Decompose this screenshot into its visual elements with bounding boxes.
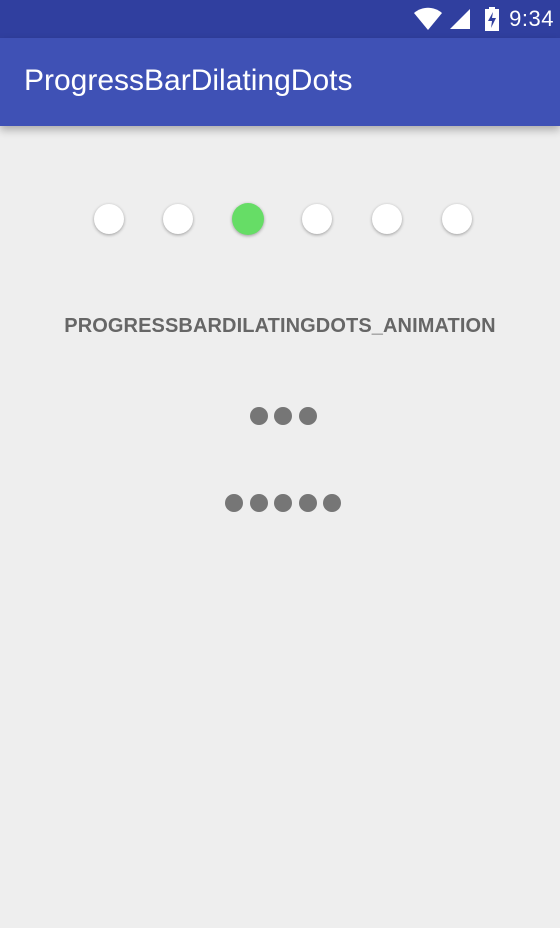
progress-dot xyxy=(442,204,472,234)
small-progress-dot xyxy=(225,494,243,512)
status-bar: 9:34 xyxy=(0,0,560,38)
status-icons: 9:34 xyxy=(413,0,560,38)
small-progress-dot xyxy=(249,494,268,512)
battery-charging-icon xyxy=(485,7,500,31)
five-dot-progress xyxy=(0,491,560,515)
progress-dot xyxy=(302,204,332,234)
app-bar: ProgressBarDilatingDots xyxy=(0,38,560,126)
progress-dot xyxy=(94,204,124,234)
small-progress-dot xyxy=(298,407,317,425)
cell-signal-icon xyxy=(450,9,471,29)
small-progress-dot xyxy=(274,494,292,512)
animation-button[interactable]: PROGRESSBARDILATINGDOTS_ANIMATION xyxy=(30,300,530,352)
active-progress-dot xyxy=(232,203,264,235)
three-dot-progress xyxy=(0,404,560,428)
wifi-icon xyxy=(414,7,443,30)
dilating-dots-progress xyxy=(0,188,560,252)
small-progress-dot xyxy=(323,494,341,512)
small-progress-dot xyxy=(274,407,292,425)
progress-dot xyxy=(372,204,402,234)
small-progress-dot xyxy=(249,407,268,425)
progress-dot xyxy=(163,204,193,234)
status-time: 9:34 xyxy=(509,6,554,31)
small-progress-dot xyxy=(298,494,317,512)
app-title: ProgressBarDilatingDots xyxy=(24,64,353,97)
